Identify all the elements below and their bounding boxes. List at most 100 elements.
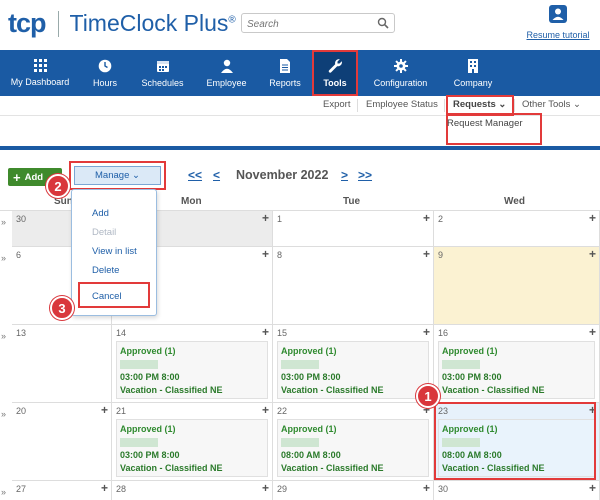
nav-reports[interactable]: Reports	[258, 50, 312, 96]
event-time: 03:00 PM 8:00	[442, 372, 502, 382]
next-month-link[interactable]: >	[341, 168, 348, 182]
add-day-icon[interactable]: +	[423, 248, 430, 260]
logo-name-text: TimeClock Plus	[69, 10, 229, 36]
calendar-day[interactable]: 8 +	[273, 247, 434, 325]
nav-company[interactable]: Company	[443, 50, 503, 96]
step-marker-3: 3	[50, 296, 74, 320]
nav-schedules[interactable]: Schedules	[130, 50, 195, 96]
calendar-day[interactable]: 21 + Approved (1) 03:00 PM 8:00 Vacation…	[112, 403, 273, 481]
nav-my-dashboard[interactable]: My Dashboard	[0, 50, 80, 96]
add-day-icon[interactable]: +	[589, 212, 596, 224]
calendar-day[interactable]: 15 + Approved (1) 03:00 PM 8:00 Vacation…	[273, 325, 434, 403]
nav-tools[interactable]: Tools	[312, 50, 358, 96]
day-header-wed: Wed	[504, 196, 525, 207]
calendar-day[interactable]: 28 +	[112, 481, 273, 500]
day-number: 22	[277, 406, 288, 416]
day-number: 30	[16, 214, 27, 224]
resume-tutorial[interactable]: Resume tutorial	[522, 5, 594, 43]
request-event[interactable]: Approved (1) 08:00 AM 8:00 Vacation - Cl…	[277, 419, 429, 477]
calendar-day[interactable]: 16 + Approved (1) 03:00 PM 8:00 Vacation…	[434, 325, 600, 403]
step-marker-1: 1	[416, 384, 440, 408]
menu-item-add[interactable]: Add	[92, 208, 109, 219]
calendar-day[interactable]: 27 +	[12, 481, 112, 500]
grid-icon	[33, 59, 47, 72]
nav-employee[interactable]: Employee	[195, 50, 258, 96]
nav-label: Employee	[206, 77, 247, 88]
event-type: Vacation - Classified NE	[281, 463, 384, 473]
event-type: Vacation - Classified NE	[120, 385, 223, 395]
menu-item-delete[interactable]: Delete	[92, 265, 119, 276]
request-event[interactable]: Approved (1) 03:00 PM 8:00 Vacation - Cl…	[116, 341, 268, 399]
calendar-day[interactable]: 29 +	[273, 481, 434, 500]
calendar-day-today[interactable]: 9 +	[434, 247, 600, 325]
menu-item-view-in-list[interactable]: View in list	[92, 246, 137, 257]
month-label: November 2022	[236, 168, 329, 182]
add-day-icon[interactable]: +	[589, 248, 596, 260]
day-number: 21	[116, 406, 127, 416]
event-status: Approved (1)	[281, 346, 337, 356]
nav-label: Hours	[92, 77, 117, 88]
calendar-day[interactable]: 30 +	[434, 481, 600, 500]
row-expand-arrow[interactable]: »	[1, 409, 6, 419]
day-header-tue: Tue	[343, 196, 361, 207]
resume-tutorial-link[interactable]: Resume tutorial	[526, 30, 589, 40]
add-day-icon[interactable]: +	[101, 404, 108, 416]
add-day-icon[interactable]: +	[423, 212, 430, 224]
calendar-day[interactable]: 2 +	[434, 211, 600, 247]
last-month-link[interactable]: >>	[358, 168, 372, 182]
add-day-icon[interactable]: +	[262, 482, 269, 494]
search-icon[interactable]	[377, 17, 389, 29]
add-day-icon[interactable]: +	[262, 404, 269, 416]
request-event[interactable]: Approved (1) 03:00 PM 8:00 Vacation - Cl…	[438, 341, 595, 399]
request-event[interactable]: Approved (1) 03:00 PM 8:00 Vacation - Cl…	[277, 341, 429, 399]
tcp-logo[interactable]: tcp TimeClock Plus®	[8, 8, 236, 39]
day-number: 29	[277, 484, 288, 494]
add-day-icon[interactable]: +	[262, 212, 269, 224]
first-month-link[interactable]: <<	[188, 168, 202, 182]
calendar-day[interactable]: 22 + Approved (1) 08:00 AM 8:00 Vacation…	[273, 403, 434, 481]
gear-icon	[393, 58, 408, 73]
row-expand-arrow[interactable]: »	[1, 487, 6, 497]
calendar-day[interactable]: 13	[12, 325, 112, 403]
add-day-icon[interactable]: +	[262, 326, 269, 338]
day-number: 27	[16, 484, 27, 494]
subnav-export[interactable]: Export	[323, 99, 350, 110]
redacted-name	[281, 360, 319, 369]
nav-hours[interactable]: Hours	[80, 50, 130, 96]
nav-configuration[interactable]: Configuration	[358, 50, 443, 96]
request-manager-menu-item[interactable]: Request Manager	[447, 118, 523, 129]
menu-item-detail[interactable]: Detail	[92, 227, 116, 238]
event-time: 08:00 AM 8:00	[281, 450, 341, 460]
add-day-icon[interactable]: +	[423, 326, 430, 338]
add-day-icon[interactable]: +	[423, 482, 430, 494]
document-icon	[280, 58, 290, 73]
add-day-icon[interactable]: +	[101, 482, 108, 494]
row-expand-arrow[interactable]: »	[1, 331, 6, 341]
calendar-day[interactable]: 1 +	[273, 211, 434, 247]
day-header-mon: Mon	[181, 196, 202, 207]
manage-button[interactable]: Manage ⌄	[74, 166, 161, 185]
event-type: Vacation - Classified NE	[120, 463, 223, 473]
plus-icon: +	[13, 169, 21, 185]
request-event[interactable]: Approved (1) 03:00 PM 8:00 Vacation - Cl…	[116, 419, 268, 477]
search-input[interactable]	[242, 15, 372, 34]
event-type: Vacation - Classified NE	[442, 385, 545, 395]
nav-filler	[503, 50, 600, 96]
row-expand-arrow[interactable]: »	[1, 253, 6, 263]
selected-day-highlight	[434, 402, 596, 480]
add-day-icon[interactable]: +	[262, 248, 269, 260]
add-day-icon[interactable]: +	[589, 326, 596, 338]
calendar-day[interactable]: 14 + Approved (1) 03:00 PM 8:00 Vacation…	[112, 325, 273, 403]
row-expand-arrow[interactable]: »	[1, 217, 6, 227]
calendar-day[interactable]: 20 +	[12, 403, 112, 481]
logo-name: TimeClock Plus®	[70, 10, 236, 37]
search-box	[241, 13, 395, 34]
subnav-employee-status[interactable]: Employee Status	[366, 99, 438, 110]
event-status: Approved (1)	[120, 346, 176, 356]
chevron-down-icon: ⌄	[573, 99, 582, 110]
add-day-icon[interactable]: +	[589, 482, 596, 494]
wrench-icon	[328, 59, 342, 73]
prev-month-link[interactable]: <	[213, 168, 220, 182]
subnav-other-tools[interactable]: Other Tools ⌄	[522, 99, 581, 110]
day-number: 9	[438, 250, 444, 260]
